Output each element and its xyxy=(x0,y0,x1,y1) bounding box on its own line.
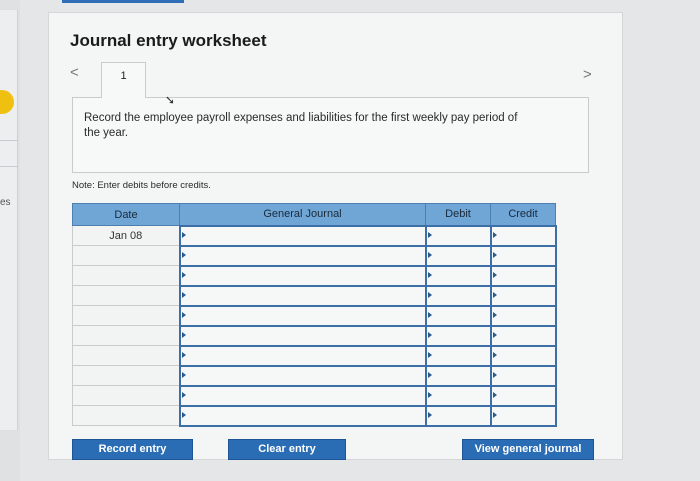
table-row xyxy=(72,284,557,307)
date-cell xyxy=(72,265,180,286)
date-cell: Jan 08 xyxy=(72,225,180,246)
table-row xyxy=(72,344,557,367)
debit-input[interactable] xyxy=(424,224,492,247)
prev-arrow-icon[interactable]: < xyxy=(70,64,79,81)
debit-input[interactable] xyxy=(424,284,492,307)
credit-input[interactable] xyxy=(489,404,557,427)
left-card xyxy=(0,10,18,430)
debit-input[interactable] xyxy=(424,364,492,387)
table-row xyxy=(72,304,557,327)
divider xyxy=(0,140,18,141)
account-input[interactable] xyxy=(178,224,427,247)
header-date: Date xyxy=(72,203,180,226)
table-row: Jan 08 xyxy=(72,224,557,247)
date-cell xyxy=(72,405,180,426)
instruction-text: Record the employee payroll expenses and… xyxy=(84,112,518,139)
header-debit: Debit xyxy=(425,203,491,226)
left-sidebar: es xyxy=(0,0,20,481)
credit-input[interactable] xyxy=(489,244,557,267)
account-input[interactable] xyxy=(178,244,427,267)
account-input[interactable] xyxy=(178,304,427,327)
divider xyxy=(0,166,18,167)
credit-input[interactable] xyxy=(489,364,557,387)
debit-input[interactable] xyxy=(424,344,492,367)
credit-input[interactable] xyxy=(489,264,557,287)
account-input[interactable] xyxy=(178,284,427,307)
mouse-cursor-icon: ➘ xyxy=(165,93,176,107)
table-row xyxy=(72,404,557,427)
date-cell xyxy=(72,325,180,346)
account-input[interactable] xyxy=(178,324,427,347)
table-row xyxy=(72,364,557,387)
date-cell xyxy=(72,385,180,406)
debit-input[interactable] xyxy=(424,324,492,347)
credit-input[interactable] xyxy=(489,344,557,367)
debit-input[interactable] xyxy=(424,384,492,407)
credit-input[interactable] xyxy=(489,304,557,327)
debit-input[interactable] xyxy=(424,244,492,267)
debit-input[interactable] xyxy=(424,404,492,427)
header-credit: Credit xyxy=(490,203,556,226)
account-input[interactable] xyxy=(178,404,427,427)
date-cell xyxy=(72,245,180,266)
clear-entry-button[interactable]: Clear entry xyxy=(228,439,346,460)
table-header-row: Date General Journal Debit Credit xyxy=(72,203,556,226)
credit-input[interactable] xyxy=(489,384,557,407)
view-general-journal-button[interactable]: View general journal xyxy=(462,439,594,460)
sidebar-partial-text: es xyxy=(0,197,11,208)
date-cell xyxy=(72,345,180,366)
next-arrow-icon[interactable]: > xyxy=(583,66,592,83)
account-input[interactable] xyxy=(178,344,427,367)
table-row xyxy=(72,244,557,267)
debit-input[interactable] xyxy=(424,304,492,327)
date-cell xyxy=(72,305,180,326)
date-cell xyxy=(72,365,180,386)
record-entry-button[interactable]: Record entry xyxy=(72,439,193,460)
table-row xyxy=(72,264,557,287)
credit-input[interactable] xyxy=(489,224,557,247)
credit-input[interactable] xyxy=(489,324,557,347)
debit-input[interactable] xyxy=(424,264,492,287)
header-general-journal: General Journal xyxy=(179,203,426,226)
page-title: Journal entry worksheet xyxy=(70,31,267,50)
account-input[interactable] xyxy=(178,384,427,407)
table-row xyxy=(72,324,557,347)
note-text: Note: Enter debits before credits. xyxy=(72,180,211,191)
account-input[interactable] xyxy=(178,264,427,287)
account-input[interactable] xyxy=(178,364,427,387)
tab-1[interactable]: 1 xyxy=(101,62,146,98)
credit-input[interactable] xyxy=(489,284,557,307)
top-accent-bar xyxy=(62,0,184,3)
table-row xyxy=(72,384,557,407)
journal-table: Date General Journal Debit Credit Jan 08 xyxy=(72,203,557,427)
date-cell xyxy=(72,285,180,306)
